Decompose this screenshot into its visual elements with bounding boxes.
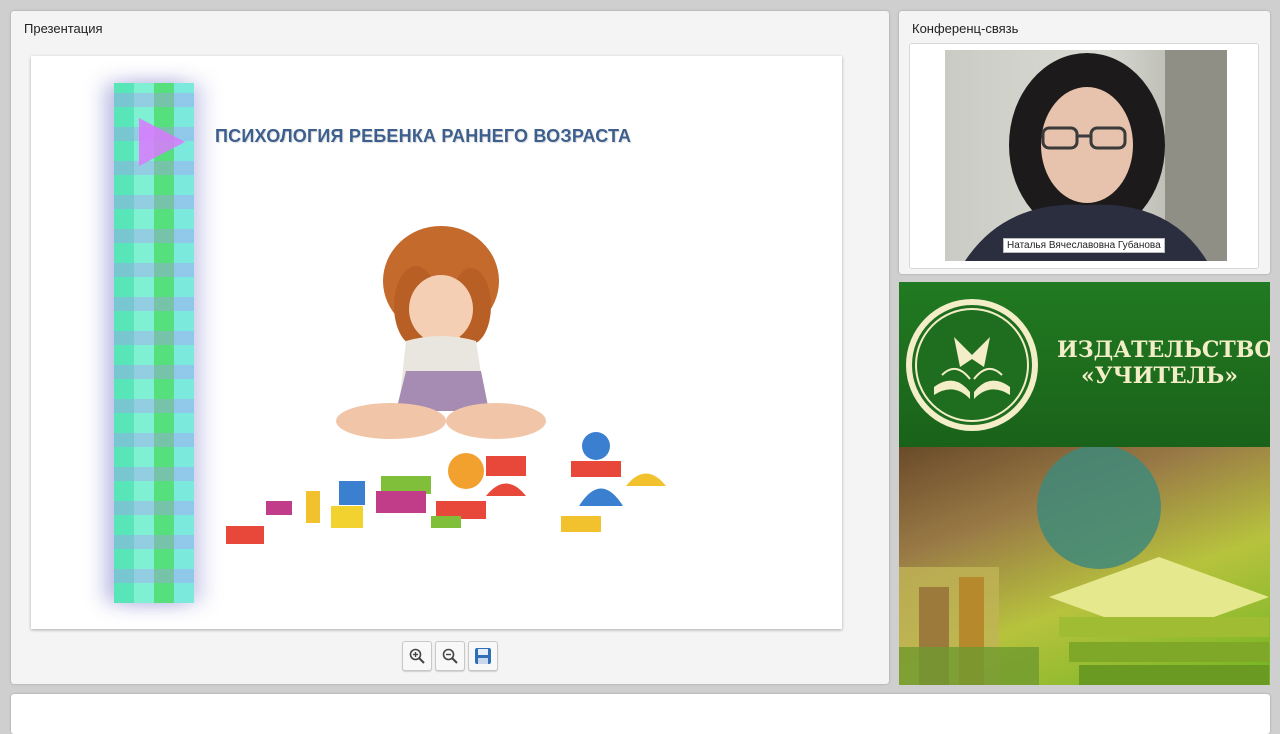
slide-triangle-decoration bbox=[139, 118, 185, 166]
speaker-silhouette bbox=[965, 50, 1227, 261]
publisher-banner: ИЗДАТЕЛЬСТВО «УЧИТЕЛЬ» bbox=[899, 282, 1270, 685]
presentation-panel-title: Презентация bbox=[24, 21, 103, 36]
publisher-logo-icon bbox=[906, 299, 1038, 431]
conference-panel-title: Конференц-связь bbox=[912, 21, 1019, 36]
toy-blocks-illustration bbox=[226, 432, 666, 544]
save-icon bbox=[475, 648, 491, 664]
publisher-banner-top: ИЗДАТЕЛЬСТВО «УЧИТЕЛЬ» bbox=[899, 282, 1270, 447]
slide-heading: ПСИХОЛОГИЯ РЕБЕНКА РАННЕГО ВОЗРАСТА bbox=[215, 126, 632, 146]
publisher-banner-books-image bbox=[899, 447, 1270, 685]
zoom-in-button[interactable] bbox=[402, 641, 432, 671]
zoom-in-icon bbox=[409, 648, 425, 664]
presentation-panel: Презентация ПСИХОЛОГИЯ РЕБЕНКА РАННЕГО В… bbox=[11, 11, 889, 684]
speaker-video: Наталья Вячеславовна Губанова bbox=[945, 50, 1227, 261]
publisher-name: ИЗДАТЕЛЬСТВО «УЧИТЕЛЬ» bbox=[1057, 337, 1270, 389]
bottom-panel bbox=[11, 694, 1270, 734]
zoom-out-icon bbox=[442, 648, 458, 664]
zoom-out-button[interactable] bbox=[435, 641, 465, 671]
books-and-globe-illustration bbox=[899, 447, 1269, 685]
save-button[interactable] bbox=[468, 641, 498, 671]
speaker-name-label: Наталья Вячеславовна Губанова bbox=[1003, 238, 1165, 253]
conference-panel: Конференц-связь Наталья Вячеславовна Губ… bbox=[899, 11, 1270, 274]
publisher-name-line2: «УЧИТЕЛЬ» bbox=[1081, 363, 1238, 389]
publisher-name-line1: ИЗДАТЕЛЬСТВО bbox=[1057, 337, 1270, 363]
video-container: Наталья Вячеславовна Губанова bbox=[909, 43, 1259, 269]
presentation-slide: ПСИХОЛОГИЯ РЕБЕНКА РАННЕГО ВОЗРАСТА bbox=[31, 56, 842, 629]
